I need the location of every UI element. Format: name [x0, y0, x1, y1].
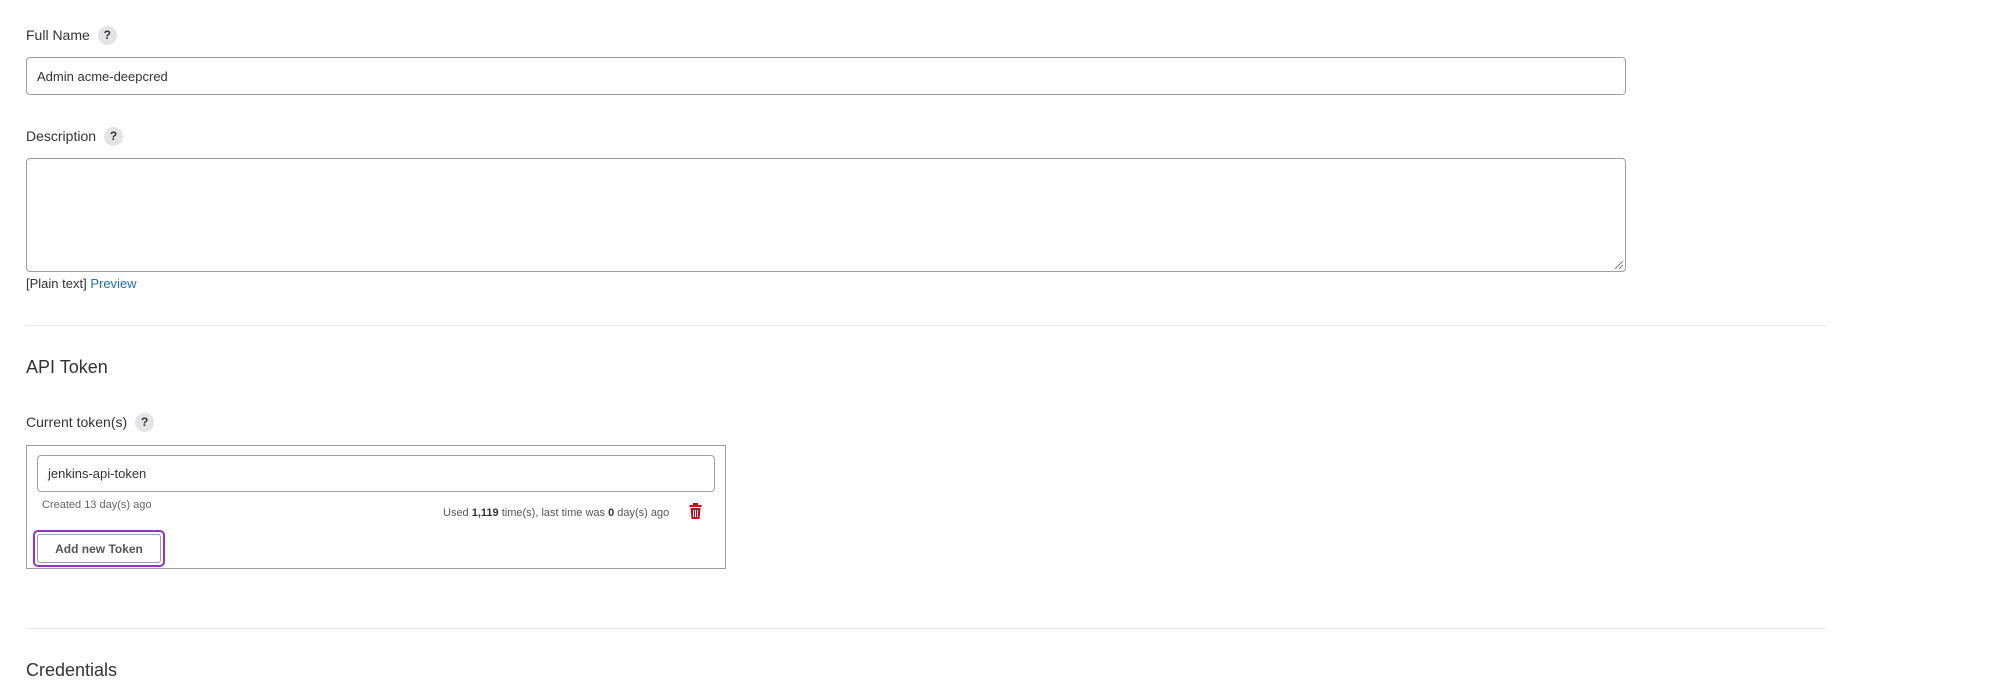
token-created-text: Created 13 day(s) ago [42, 499, 152, 511]
description-textarea[interactable] [26, 158, 1626, 272]
full-name-input[interactable]: Admin acme-deepcred [26, 57, 1626, 95]
current-tokens-label: Current token(s) [26, 414, 128, 430]
token-name-input[interactable]: jenkins-api-token [37, 455, 715, 492]
markup-formatter-line: [Plain text] Preview [26, 276, 137, 294]
description-label: Description [26, 128, 97, 144]
full-name-help-icon[interactable]: ? [97, 25, 117, 45]
section-divider-2 [26, 628, 1826, 629]
description-label-row: Description ? [26, 125, 124, 147]
section-divider [26, 325, 1826, 326]
full-name-value: Admin acme-deepcred [37, 68, 168, 84]
credentials-section-title: Credentials [26, 660, 118, 680]
token-name-value: jenkins-api-token [48, 466, 147, 481]
resize-grip-icon[interactable] [1614, 260, 1623, 269]
description-help-icon[interactable]: ? [104, 126, 124, 146]
token-list-container: jenkins-api-token Created 13 day(s) ago … [26, 445, 726, 569]
token-usage-text: Used 1,119 time(s), last time was 0 day(… [443, 507, 670, 519]
current-tokens-label-row: Current token(s) ? [26, 411, 155, 433]
api-token-section-title: API Token [26, 357, 108, 377]
add-new-token-button[interactable]: Add new Token [37, 534, 161, 563]
plain-text-label: [Plain text] [26, 276, 87, 291]
full-name-label: Full Name [26, 27, 90, 43]
token-used-count: 1,119 [471, 507, 499, 519]
preview-link[interactable]: Preview [90, 276, 136, 291]
trash-icon[interactable] [689, 503, 702, 519]
full-name-label-row: Full Name ? [26, 24, 117, 46]
current-tokens-help-icon[interactable]: ? [135, 412, 155, 432]
